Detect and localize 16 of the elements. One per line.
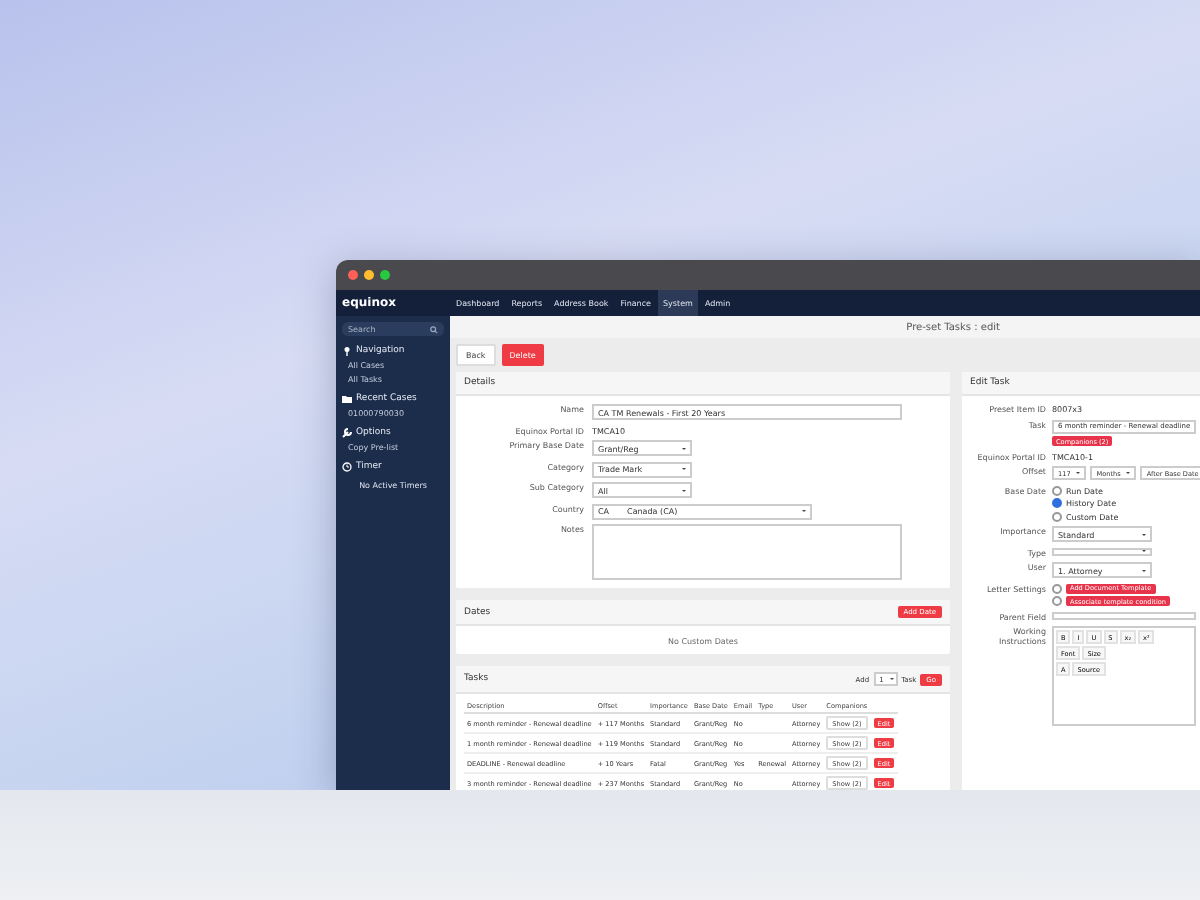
dropdown[interactable]	[1052, 547, 1152, 555]
radio-icon[interactable]	[1052, 485, 1062, 495]
radio-icon[interactable]	[1052, 583, 1062, 593]
maximize-window-icon[interactable]	[380, 270, 390, 280]
folder-icon	[342, 394, 352, 404]
minimize-window-icon[interactable]	[364, 270, 374, 280]
search-icon	[430, 325, 438, 333]
wrench-icon	[342, 428, 352, 438]
notes-field[interactable]	[592, 524, 902, 580]
close-window-icon[interactable]	[348, 270, 358, 280]
radio-icon[interactable]	[1052, 596, 1062, 606]
radio-icon[interactable]	[1052, 498, 1062, 508]
pin-icon	[342, 346, 352, 356]
radio-icon[interactable]	[1052, 511, 1062, 521]
text-field[interactable]	[1052, 611, 1196, 619]
clock-icon	[342, 462, 352, 472]
